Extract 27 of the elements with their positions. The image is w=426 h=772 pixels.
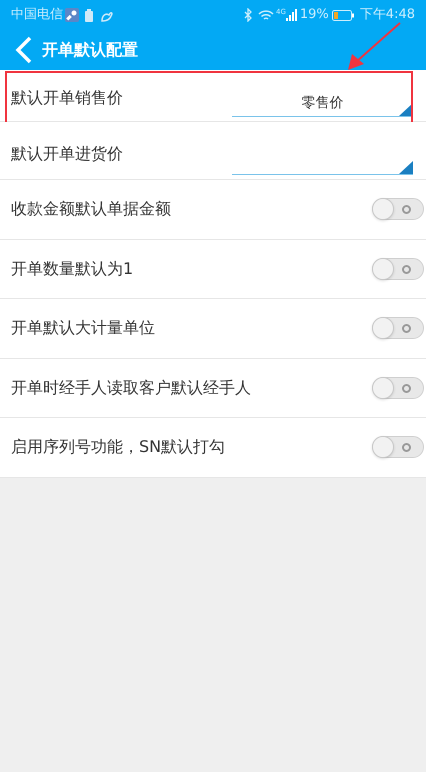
dropdown-field[interactable]: 零售价 [232,91,413,117]
page-title: 开单默认配置 [42,39,138,61]
carrier-name: 中国电信 [11,6,63,24]
pointer-arrow [346,22,402,72]
toggle-switch[interactable] [372,317,424,340]
wrench-icon [65,8,79,22]
toggle-switch[interactable] [372,258,424,280]
toggle-switch[interactable] [372,436,424,458]
setting-label: 开单时经手人读取客户默认经手人 [11,376,252,399]
toggle-switch[interactable] [372,376,424,399]
setting-label: 收款金额默认单据金额 [11,198,172,220]
setting-label: 开单默认大计量单位 [11,317,156,340]
back-icon[interactable] [14,36,34,64]
battery-icon [85,8,93,22]
battery-icon [332,10,354,20]
setting-label: 默认开单进货价 [11,143,123,165]
toggle-switch[interactable] [372,198,424,220]
setting-label: 启用序列号功能，SN默认打勾 [11,436,226,458]
setting-label: 默认开单销售价 [11,87,123,109]
corner-triangle-icon [399,161,413,174]
signal-icon [286,9,298,21]
wifi-icon [258,8,274,22]
clock-time: 下午4:48 [360,6,415,24]
setting-label: 开单数量默认为1 [11,258,134,280]
corner-triangle-icon [399,103,413,116]
battery-percent: 19% [300,6,329,24]
bluetooth-icon [244,8,252,22]
